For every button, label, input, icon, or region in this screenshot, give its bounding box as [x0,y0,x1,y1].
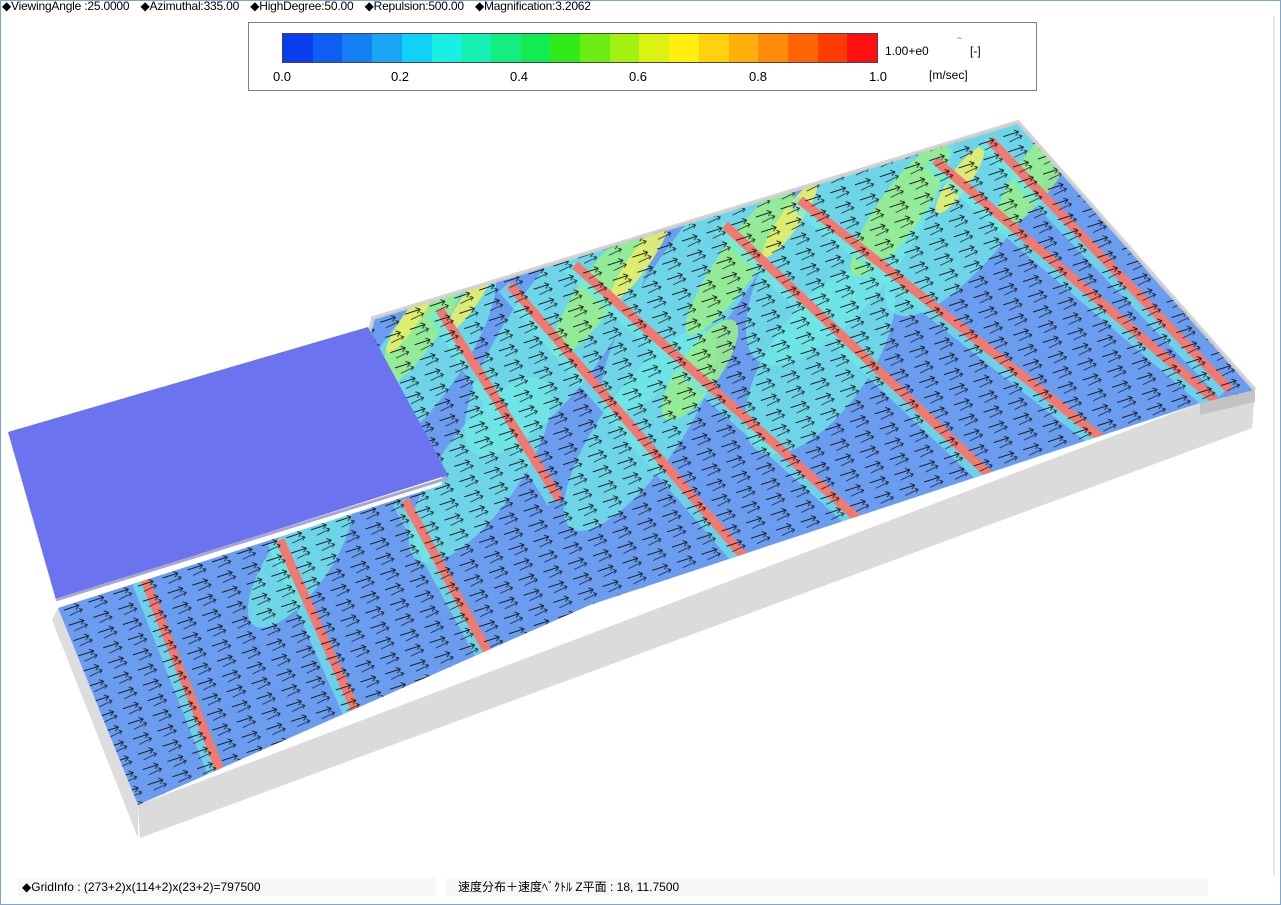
legend-unit-speed: [m/sec] [929,68,968,82]
legend-color-cell [283,34,313,62]
legend-color-cell [461,34,491,62]
viewing-angle-text: ◆ViewingAngle :25.0000 [2,0,130,13]
legend-color-cell [431,34,462,62]
legend-color-cell [787,34,818,62]
color-scale-bar [282,33,878,63]
legend-color-cell [758,34,788,62]
legend-color-cell [520,34,551,62]
legend-color-cell [698,34,729,62]
legend-tick: 0.8 [748,69,768,84]
legend-color-cell [312,34,343,62]
legend-tilde: ~ [957,34,962,43]
legend-scale-factor: 1.00+e0 [885,44,929,58]
repulsion-text: ◆Repulsion:500.00 [364,0,464,13]
legend-color-cell [580,34,610,62]
view-parameters-bar: ◆ViewingAngle :25.0000 ◆Azimuthal:335.00… [2,0,1272,16]
legend-color-cell [609,34,640,62]
legend-color-cell [728,34,759,62]
viewer-window [0,0,1281,905]
legend-unit-dimensionless: [-] [970,44,981,58]
color-legend: 0.0 0.2 0.4 0.6 0.8 1.0 ~ 1.00+e0 [-] [m… [248,22,1037,91]
legend-tick: 0.6 [628,69,648,84]
legend-color-cell [550,34,581,62]
grid-info-status: ◆GridInfo : (273+2)x(114+2)x(23+2)=79750… [18,878,436,896]
window-right-edge [1273,16,1275,876]
legend-color-cell [401,34,432,62]
legend-color-cell [847,34,878,62]
legend-tick: 0.4 [509,69,529,84]
legend-tick: 0.0 [272,69,292,84]
legend-color-cell [639,34,670,62]
legend-color-cell [342,34,373,62]
legend-tick: 1.0 [868,69,888,84]
legend-color-cell [817,34,848,62]
legend-color-cell [490,34,521,62]
high-degree-text: ◆HighDegree:50.00 [250,0,354,13]
magnification-text: ◆Magnification:3.2062 [474,0,591,13]
view-info-status: 速度分布＋速度ﾍﾞｸﾄﾙ Z平面 : 18, 11.7500 [446,878,1208,896]
legend-color-cell [372,34,402,62]
azimuthal-text: ◆Azimuthal:335.00 [140,0,240,13]
legend-tick: 0.2 [390,69,410,84]
legend-color-cell [669,34,699,62]
